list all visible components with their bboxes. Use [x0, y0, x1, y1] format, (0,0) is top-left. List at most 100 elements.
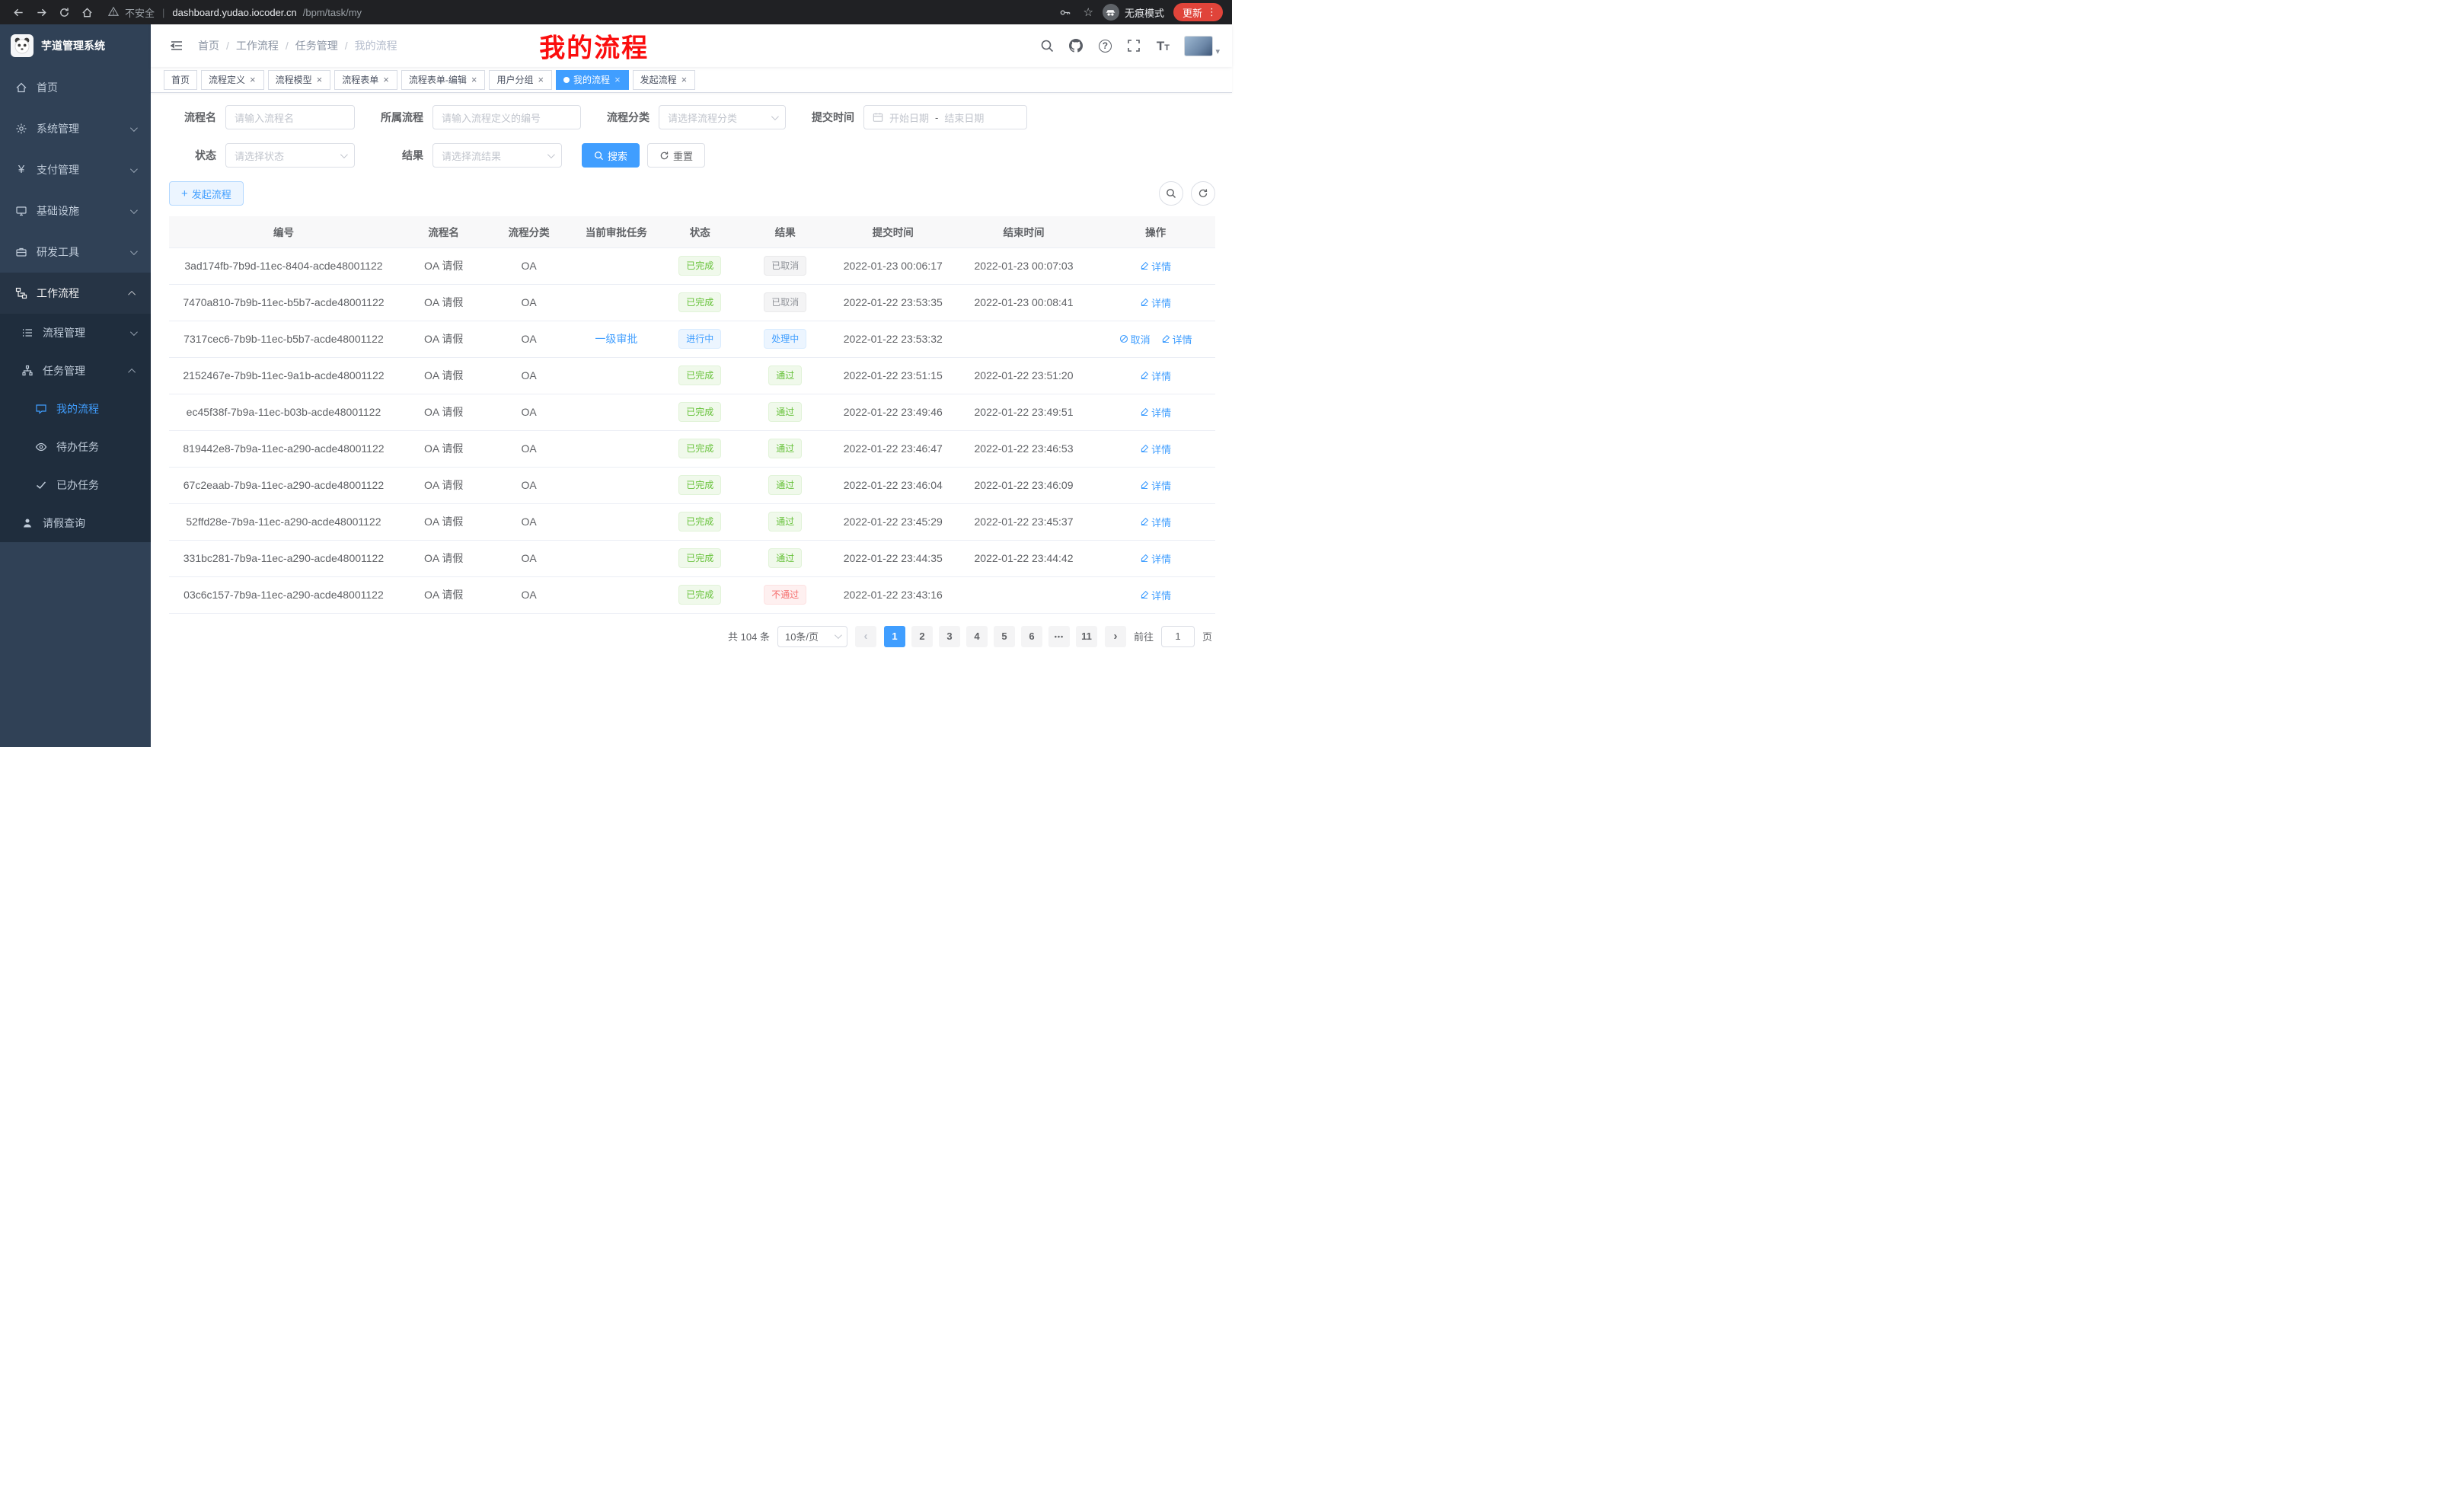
page-size-select[interactable]: 10条/页	[777, 626, 847, 647]
refresh-table-button[interactable]	[1191, 181, 1215, 206]
back-icon[interactable]	[9, 3, 27, 21]
filter-label-category: 流程分类	[601, 110, 650, 125]
bookmark-star-icon[interactable]: ☆	[1084, 5, 1093, 19]
detail-action[interactable]: 详情	[1140, 369, 1171, 383]
detail-action[interactable]: 详情	[1140, 478, 1171, 493]
column-header-name: 流程名	[398, 216, 490, 247]
chrome-update-button[interactable]: 更新 ⋮	[1173, 3, 1223, 21]
tab-我的流程[interactable]: 我的流程×	[556, 70, 629, 90]
search-button[interactable]: 搜索	[582, 143, 640, 168]
category-select[interactable]: 请选择流程分类	[659, 105, 786, 129]
tab-close-icon[interactable]: ×	[382, 75, 390, 85]
page-button-5[interactable]: 5	[994, 626, 1015, 647]
page-button-1[interactable]: 1	[884, 626, 905, 647]
app-logo[interactable]: 芋道管理系统	[0, 24, 151, 67]
reload-icon[interactable]	[55, 3, 73, 21]
parent-process-input[interactable]: 请输入流程定义的编号	[432, 105, 581, 129]
sidebar-item-payment[interactable]: ¥ 支付管理	[0, 149, 151, 190]
sidebar-item-dev-tools[interactable]: 研发工具	[0, 231, 151, 273]
sidebar-item-todo-tasks[interactable]: 待办任务	[0, 428, 151, 466]
sidebar-item-workflow[interactable]: 工作流程	[0, 273, 151, 314]
sidebar-item-home[interactable]: 首页	[0, 67, 151, 108]
sidebar-item-done-tasks[interactable]: 已办任务	[0, 466, 151, 504]
tab-发起流程[interactable]: 发起流程×	[633, 70, 696, 90]
incognito-badge: 无痕模式	[1103, 4, 1164, 21]
reset-button[interactable]: 重置	[647, 143, 705, 168]
cancel-action[interactable]: 取消	[1119, 332, 1151, 346]
tab-用户分组[interactable]: 用户分组×	[489, 70, 552, 90]
breadcrumb-workflow[interactable]: 工作流程	[236, 38, 279, 53]
result-select[interactable]: 请选择流结果	[432, 143, 562, 168]
cell-end-time	[952, 576, 1096, 613]
detail-action[interactable]: 详情	[1140, 515, 1171, 529]
detail-action[interactable]: 详情	[1140, 551, 1171, 566]
page-button-6[interactable]: 6	[1021, 626, 1042, 647]
sidebar-toggle-hamburger-icon[interactable]	[163, 32, 190, 59]
tab-流程模型[interactable]: 流程模型×	[268, 70, 331, 90]
process-name-input[interactable]: 请输入流程名	[225, 105, 355, 129]
tab-close-icon[interactable]: ×	[537, 75, 544, 85]
prev-page-button[interactable]: ‹	[855, 626, 876, 647]
page-ellipsis[interactable]: •••	[1048, 626, 1070, 647]
tab-close-icon[interactable]: ×	[471, 75, 478, 85]
help-icon[interactable]: ?	[1097, 38, 1112, 53]
current-task-link[interactable]: 一级审批	[595, 333, 637, 345]
cell-status: 已完成	[664, 394, 736, 430]
breadcrumb: 首页 / 工作流程 / 任务管理 / 我的流程	[198, 38, 397, 53]
tab-流程表单[interactable]: 流程表单×	[334, 70, 397, 90]
breadcrumb-task-management[interactable]: 任务管理	[295, 38, 338, 53]
submit-time-range-input[interactable]: 开始日期 - 结束日期	[863, 105, 1027, 129]
page-button-3[interactable]: 3	[939, 626, 960, 647]
sidebar-item-infrastructure[interactable]: 基础设施	[0, 190, 151, 231]
tab-流程定义[interactable]: 流程定义×	[201, 70, 264, 90]
sidebar-item-leave-query[interactable]: 请假查询	[0, 504, 151, 542]
briefcase-icon	[15, 246, 27, 258]
pagination-pages: 123456 ••• 11	[884, 626, 1097, 647]
cell-process-name: OA 请假	[398, 357, 490, 394]
password-key-icon[interactable]	[1056, 3, 1074, 21]
tab-首页[interactable]: 首页	[164, 70, 197, 90]
next-page-button[interactable]: ›	[1105, 626, 1126, 647]
sidebar-item-system[interactable]: 系统管理	[0, 108, 151, 149]
sidebar-item-process-management[interactable]: 流程管理	[0, 314, 151, 352]
github-icon[interactable]	[1068, 38, 1084, 53]
browser-menu-icon[interactable]: ⋮	[1207, 6, 1217, 18]
page-button-4[interactable]: 4	[966, 626, 988, 647]
page-button-2[interactable]: 2	[911, 626, 933, 647]
tab-close-icon[interactable]: ×	[316, 75, 324, 85]
chevron-down-icon	[130, 124, 138, 132]
user-menu[interactable]: ▾	[1184, 36, 1220, 56]
page-button-11[interactable]: 11	[1076, 626, 1097, 647]
breadcrumb-home[interactable]: 首页	[198, 38, 219, 53]
toggle-search-button[interactable]	[1159, 181, 1183, 206]
create-process-button[interactable]: + 发起流程	[169, 181, 244, 206]
cell-current-task	[569, 540, 664, 576]
fullscreen-icon[interactable]	[1126, 38, 1141, 53]
detail-action[interactable]: 详情	[1140, 405, 1171, 420]
sidebar-item-task-management[interactable]: 任务管理	[0, 352, 151, 390]
tab-close-icon[interactable]: ×	[614, 75, 621, 85]
status-select[interactable]: 请选择状态	[225, 143, 355, 168]
detail-action[interactable]: 详情	[1140, 442, 1171, 456]
font-size-icon[interactable]: TT	[1155, 38, 1170, 53]
address-bar[interactable]: 不安全 | dashboard.yudao.iocoder.cn/bpm/tas…	[108, 5, 1052, 20]
tab-close-icon[interactable]: ×	[249, 75, 257, 85]
forward-icon[interactable]	[32, 3, 50, 21]
detail-action[interactable]: 详情	[1140, 588, 1171, 602]
cell-submit-time: 2022-01-22 23:51:15	[835, 357, 952, 394]
goto-label: 前往	[1134, 629, 1154, 643]
breadcrumb-separator: /	[226, 40, 229, 52]
detail-action[interactable]: 详情	[1161, 332, 1192, 346]
cell-category: OA	[489, 394, 568, 430]
tab-流程表单-编辑[interactable]: 流程表单-编辑×	[401, 70, 486, 90]
detail-action[interactable]: 详情	[1140, 259, 1171, 273]
filter-label-process-name: 流程名	[169, 110, 216, 125]
pagination: 共 104 条 10条/页 ‹ 123456•••11 › 前往 页	[169, 626, 1215, 647]
detail-action[interactable]: 详情	[1140, 295, 1171, 310]
goto-page-input[interactable]	[1161, 626, 1195, 647]
search-icon[interactable]	[1039, 38, 1055, 53]
cell-actions: 详情	[1096, 576, 1215, 613]
tab-close-icon[interactable]: ×	[681, 75, 688, 85]
home-nav-icon[interactable]	[78, 3, 96, 21]
sidebar-item-my-process[interactable]: 我的流程	[0, 390, 151, 428]
